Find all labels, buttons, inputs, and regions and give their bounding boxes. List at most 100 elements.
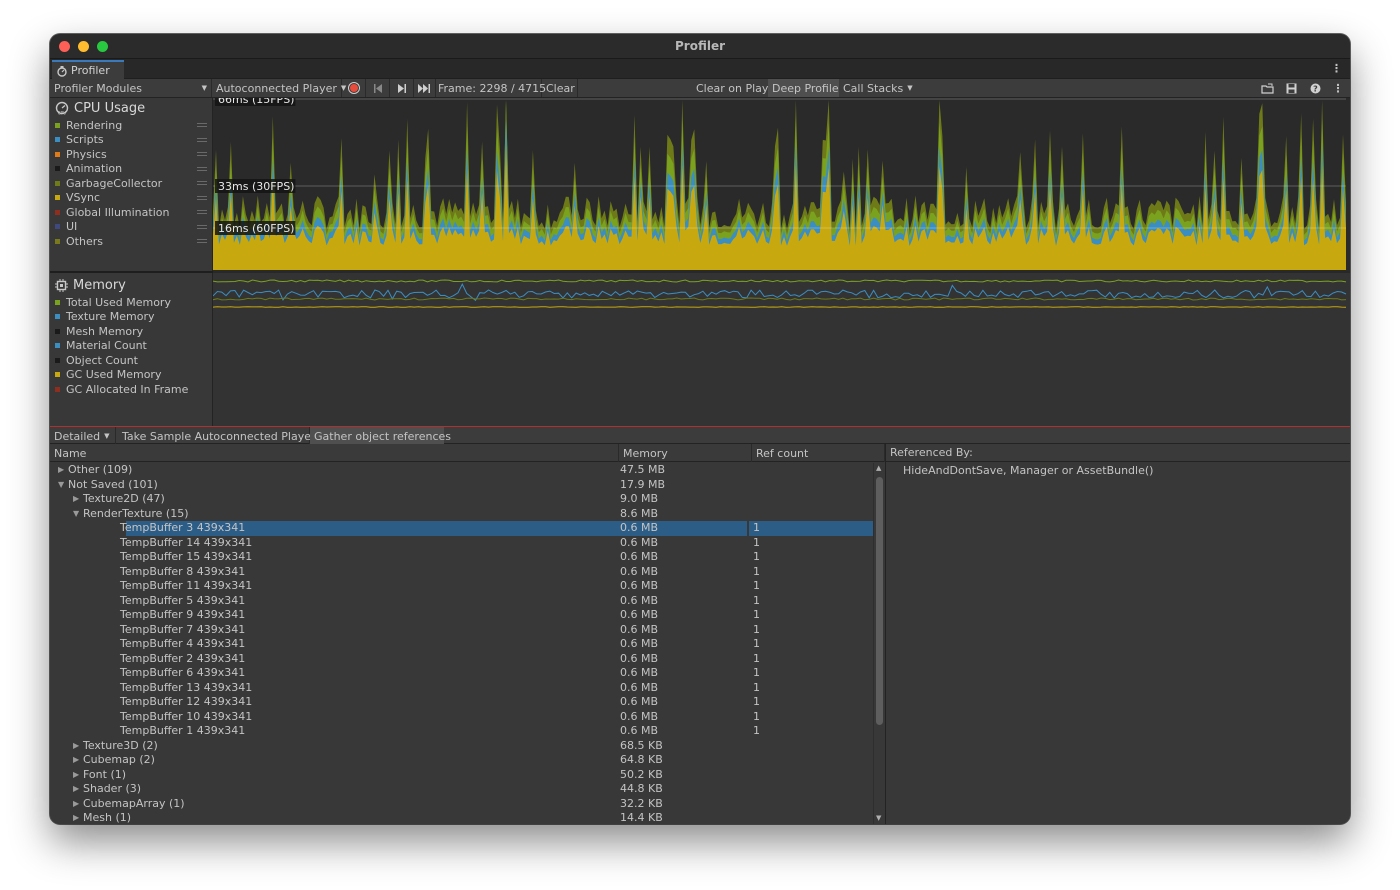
column-memory[interactable]: Memory bbox=[619, 444, 752, 462]
table-scrollbar[interactable]: ▲ ▼ bbox=[873, 463, 885, 824]
first-frame-button[interactable] bbox=[366, 79, 390, 97]
minimize-window-button[interactable] bbox=[78, 41, 89, 52]
drag-handle-icon[interactable] bbox=[197, 137, 207, 142]
cpu-legend-item[interactable]: GarbageCollector bbox=[50, 176, 213, 191]
memory-legend-item[interactable]: Object Count bbox=[50, 353, 213, 368]
memory-legend-item[interactable]: GC Used Memory bbox=[50, 368, 213, 383]
maximize-window-button[interactable] bbox=[97, 41, 108, 52]
scroll-up-icon[interactable]: ▲ bbox=[876, 464, 881, 472]
view-mode-dropdown[interactable]: Detailed ▼ bbox=[50, 427, 116, 445]
cpu-legend-item[interactable]: Others bbox=[50, 234, 213, 249]
next-frame-button[interactable] bbox=[390, 79, 414, 97]
legend-label: Animation bbox=[66, 162, 123, 176]
record-button[interactable] bbox=[342, 79, 366, 97]
table-row[interactable]: TempBuffer 6 439x341 0.6 MB 1 bbox=[50, 666, 873, 681]
drag-handle-icon[interactable] bbox=[197, 195, 207, 200]
collapsed-arrow-icon[interactable]: ▶ bbox=[73, 768, 79, 783]
clear-on-play-toggle[interactable]: Clear on Play bbox=[692, 79, 768, 97]
drag-handle-icon[interactable] bbox=[197, 166, 207, 171]
table-row[interactable]: TempBuffer 9 439x341 0.6 MB 1 bbox=[50, 608, 873, 623]
table-row[interactable]: ▶ Font (1) 50.2 KB bbox=[50, 768, 873, 783]
close-window-button[interactable] bbox=[59, 41, 70, 52]
help-button[interactable]: ? bbox=[1304, 79, 1326, 97]
table-row[interactable]: TempBuffer 13 439x341 0.6 MB 1 bbox=[50, 681, 873, 696]
table-row[interactable]: TempBuffer 3 439x341 0.6 MB 1 bbox=[50, 521, 873, 536]
table-row[interactable]: TempBuffer 1 439x341 0.6 MB 1 bbox=[50, 724, 873, 739]
table-row[interactable]: TempBuffer 10 439x341 0.6 MB 1 bbox=[50, 710, 873, 725]
collapsed-arrow-icon[interactable]: ▶ bbox=[73, 753, 79, 768]
take-sample-button[interactable]: Take Sample Autoconnected Player bbox=[118, 427, 316, 445]
table-row[interactable]: TempBuffer 4 439x341 0.6 MB 1 bbox=[50, 637, 873, 652]
profiler-modules-dropdown[interactable]: Profiler Modules ▼ bbox=[50, 79, 212, 97]
cpu-legend-item[interactable]: Physics bbox=[50, 147, 213, 162]
cpu-legend-item[interactable]: UI bbox=[50, 220, 213, 235]
memory-legend-item[interactable]: Mesh Memory bbox=[50, 324, 213, 339]
legend-label: Rendering bbox=[66, 118, 123, 132]
collapsed-arrow-icon[interactable]: ▶ bbox=[73, 782, 79, 797]
drag-handle-icon[interactable] bbox=[197, 152, 207, 156]
table-row[interactable]: ▼ Not Saved (101) 17.9 MB bbox=[50, 478, 873, 493]
table-row[interactable]: TempBuffer 5 439x341 0.6 MB 1 bbox=[50, 594, 873, 609]
table-row[interactable]: ▶ Texture2D (47) 9.0 MB bbox=[50, 492, 873, 507]
frame-time-marker-label: 33ms (30FPS) bbox=[218, 180, 294, 193]
cpu-usage-module[interactable]: CPU CPU Usage Rendering Scripts Physics Ani… bbox=[50, 98, 213, 249]
table-row[interactable]: ▶ CubemapArray (1) 32.2 KB bbox=[50, 797, 873, 812]
collapsed-arrow-icon[interactable]: ▶ bbox=[58, 463, 64, 478]
cpu-legend-item[interactable]: Animation bbox=[50, 162, 213, 177]
collapsed-arrow-icon[interactable]: ▶ bbox=[73, 739, 79, 754]
memory-legend-item[interactable]: Material Count bbox=[50, 339, 213, 354]
table-row[interactable]: TempBuffer 2 439x341 0.6 MB 1 bbox=[50, 652, 873, 667]
last-frame-button[interactable] bbox=[414, 79, 436, 97]
collapsed-arrow-icon[interactable]: ▶ bbox=[73, 492, 79, 507]
table-row[interactable]: ▶ Other (109) 47.5 MB bbox=[50, 463, 873, 478]
table-row[interactable]: ▶ Cubemap (2) 64.8 KB bbox=[50, 753, 873, 768]
drag-handle-icon[interactable] bbox=[197, 210, 207, 214]
player-dropdown[interactable]: Autoconnected Player ▼ bbox=[212, 79, 346, 97]
gather-object-references-toggle[interactable]: Gather object references bbox=[310, 427, 451, 445]
drag-handle-icon[interactable] bbox=[197, 123, 207, 127]
memory-legend-item[interactable]: Total Used Memory bbox=[50, 295, 213, 310]
load-button[interactable] bbox=[1256, 79, 1278, 97]
cpu-legend-item[interactable]: VSync bbox=[50, 191, 213, 206]
table-row[interactable]: ▶ Shader (3) 44.8 KB bbox=[50, 782, 873, 797]
table-row[interactable]: TempBuffer 14 439x341 0.6 MB 1 bbox=[50, 536, 873, 551]
profiler-charts[interactable]: 66ms (15FPS) 33ms (30FPS) 16ms (60FPS) bbox=[213, 98, 1350, 426]
tab-profiler[interactable]: Profiler bbox=[52, 60, 124, 79]
expanded-arrow-icon[interactable]: ▼ bbox=[73, 507, 79, 522]
memory-legend-item[interactable]: Texture Memory bbox=[50, 310, 213, 325]
clear-button[interactable]: Clear bbox=[542, 79, 578, 97]
cpu-legend-item[interactable]: Rendering bbox=[50, 118, 213, 133]
referenced-by-item[interactable]: HideAndDontSave, Manager or AssetBundle(… bbox=[903, 464, 1153, 477]
column-ref-count[interactable]: Ref count bbox=[752, 444, 885, 462]
table-row[interactable]: TempBuffer 15 439x341 0.6 MB 1 bbox=[50, 550, 873, 565]
table-row[interactable]: ▶ Mesh (1) 14.4 KB bbox=[50, 811, 873, 824]
table-row[interactable]: ▶ Texture3D (2) 68.5 KB bbox=[50, 739, 873, 754]
window-menu-icon[interactable]: ⋮ bbox=[1331, 62, 1342, 75]
memory-module[interactable]: Memory Total Used Memory Texture Memory Me… bbox=[50, 275, 213, 397]
row-name: Not Saved (101) bbox=[68, 477, 158, 491]
table-row[interactable]: TempBuffer 11 439x341 0.6 MB 1 bbox=[50, 579, 873, 594]
drag-handle-icon[interactable] bbox=[197, 181, 207, 185]
table-row[interactable]: TempBuffer 12 439x341 0.6 MB 1 bbox=[50, 695, 873, 710]
table-row[interactable]: TempBuffer 7 439x341 0.6 MB 1 bbox=[50, 623, 873, 638]
charts-svg[interactable]: 66ms (15FPS) 33ms (30FPS) 16ms (60FPS) bbox=[213, 98, 1350, 426]
table-row[interactable]: ▼ RenderTexture (15) 8.6 MB bbox=[50, 507, 873, 522]
column-name[interactable]: Name bbox=[50, 444, 619, 462]
collapsed-arrow-icon[interactable]: ▶ bbox=[73, 811, 79, 824]
drag-handle-icon[interactable] bbox=[197, 224, 207, 229]
save-button[interactable] bbox=[1280, 79, 1302, 97]
call-stacks-dropdown[interactable]: Call Stacks ▼ bbox=[839, 79, 919, 97]
memory-legend-item[interactable]: GC Allocated In Frame bbox=[50, 382, 213, 397]
frame-time-marker-label: 16ms (60FPS) bbox=[218, 222, 294, 235]
scroll-down-icon[interactable]: ▼ bbox=[876, 814, 881, 822]
collapsed-arrow-icon[interactable]: ▶ bbox=[73, 797, 79, 812]
cpu-legend-item[interactable]: Global Illumination bbox=[50, 205, 213, 220]
scrollbar-thumb[interactable] bbox=[876, 477, 883, 725]
expanded-arrow-icon[interactable]: ▼ bbox=[58, 478, 64, 493]
more-options-icon[interactable]: ⋮ bbox=[1328, 79, 1348, 97]
memory-module-title: Memory bbox=[73, 277, 126, 293]
deep-profile-toggle[interactable]: Deep Profile bbox=[768, 79, 839, 97]
cpu-legend-item[interactable]: Scripts bbox=[50, 133, 213, 148]
table-row[interactable]: TempBuffer 8 439x341 0.6 MB 1 bbox=[50, 565, 873, 580]
drag-handle-icon[interactable] bbox=[197, 239, 207, 243]
